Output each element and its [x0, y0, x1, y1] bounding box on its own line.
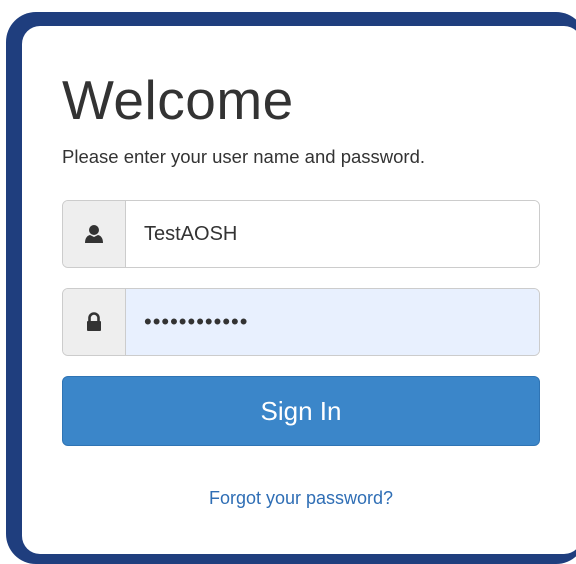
lock-icon-addon	[63, 289, 126, 355]
login-frame: Welcome Please enter your user name and …	[6, 12, 576, 564]
password-field[interactable]: ••••••••••••	[126, 289, 539, 355]
forgot-password-link[interactable]: Forgot your password?	[22, 488, 576, 509]
sign-in-button[interactable]: Sign In	[62, 376, 540, 446]
password-masked-value: ••••••••••••	[144, 309, 249, 334]
welcome-heading: Welcome	[62, 69, 294, 131]
login-instructions: Please enter your user name and password…	[62, 146, 426, 167]
login-panel: Welcome Please enter your user name and …	[22, 26, 576, 554]
password-input-group: ••••••••••••	[62, 288, 540, 356]
lock-icon	[87, 312, 101, 331]
user-icon	[85, 225, 103, 243]
user-icon-addon	[63, 201, 126, 267]
username-input-group	[62, 200, 540, 268]
username-field[interactable]	[126, 201, 539, 267]
